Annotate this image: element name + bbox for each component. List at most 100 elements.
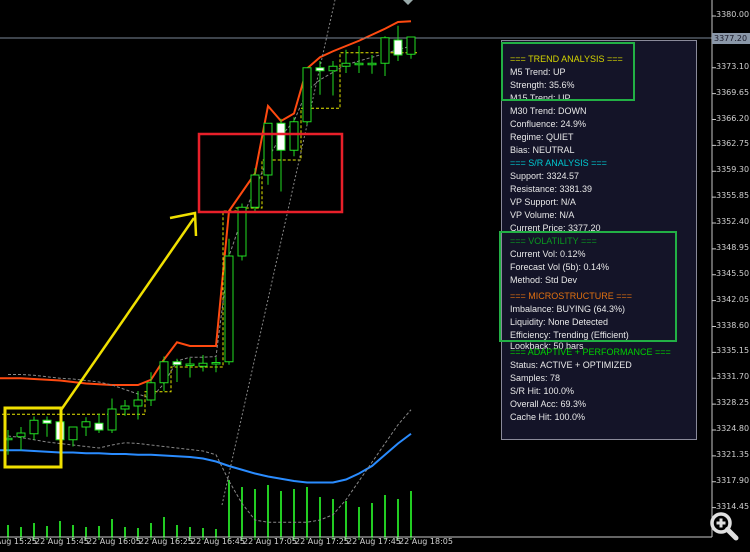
candle-body [354, 62, 364, 66]
candle [276, 118, 286, 192]
time-tick-label: 22 Aug 17:05 [243, 537, 297, 546]
adaptive-line: S/R Hit: 100.0% [510, 386, 575, 396]
upper-band-line [0, 20, 412, 386]
price-tick-label: 3369.65 [716, 87, 750, 97]
candle [250, 168, 260, 211]
time-tick-label: 22 Aug 16:25 [139, 537, 193, 546]
time-tick-label: 22 Aug 17:45 [347, 537, 401, 546]
highlight-box-volatility [499, 231, 677, 342]
price-tick-label: 3348.95 [716, 242, 750, 252]
candle-body [198, 362, 208, 367]
candle [380, 36, 390, 76]
candle-body [107, 408, 117, 431]
grey-lower-line [7, 409, 412, 523]
candle-body [380, 37, 390, 64]
candle-body [250, 174, 260, 208]
adaptive-line: Cache Hit: 100.0% [510, 412, 586, 422]
time-tick-label: 22 Aug 16:45 [191, 537, 245, 546]
candle-body [393, 39, 403, 56]
candle-body [81, 421, 91, 428]
annotation-yellow-box [3, 406, 63, 469]
indicator-lines [0, 0, 417, 523]
trend-line: Regime: QUIET [510, 132, 574, 142]
price-tick-label: 3366.20 [716, 113, 750, 123]
candles [3, 25, 416, 455]
candle-body [224, 255, 234, 363]
price-tick-label: 3362.75 [716, 139, 750, 149]
candle-body [263, 122, 273, 176]
candle [81, 417, 91, 436]
candle-body [276, 122, 286, 151]
candle [16, 427, 26, 451]
candle-body [159, 361, 169, 384]
candle-body [406, 36, 416, 55]
price-tick-label: 3345.50 [716, 268, 750, 278]
price-tick-label: 3380.00 [716, 10, 750, 19]
candle-body [289, 121, 299, 151]
price-tick-label: 3352.40 [716, 217, 750, 226]
sr-line: VP Volume: N/A [510, 210, 575, 220]
time-tick-label: 22 Aug 15:25 [0, 537, 37, 546]
candle [172, 358, 182, 382]
candle [42, 416, 52, 437]
candle [354, 46, 364, 73]
price-tick-label: 3317.90 [716, 475, 750, 485]
candle-body [29, 419, 39, 435]
sr-line: VP Support: N/A [510, 197, 576, 207]
price-tick-label: 3338.60 [716, 320, 750, 330]
candle [94, 413, 104, 433]
candle-body [367, 62, 377, 66]
sr-header: === S/R ANALYSIS === [510, 158, 607, 168]
current-price-tag: 3377.20 [712, 33, 750, 44]
candle [302, 67, 312, 125]
trend-line: Bias: NEUTRAL [510, 145, 575, 155]
candle-body [16, 432, 26, 438]
time-tick-label: 22 Aug 16:05 [87, 537, 141, 546]
candle [224, 238, 234, 365]
trend-line: M30 Trend: DOWN [510, 106, 587, 116]
adaptive-header: === ADAPTIVE + PERFORMANCE === [510, 347, 671, 357]
price-tick-label: 3359.30 [716, 165, 750, 175]
candle [393, 25, 403, 61]
triangle-marker-icon [403, 0, 413, 5]
highlight-box-trend [501, 42, 635, 101]
candle-body [68, 426, 78, 441]
adaptive-line: Overall Acc: 69.3% [510, 399, 587, 409]
candle [185, 358, 195, 378]
price-tick-label: 3342.05 [716, 294, 750, 304]
trend-line: Confluence: 24.9% [510, 119, 587, 129]
candle [263, 122, 273, 185]
time-tick-label: 22 Aug 15:45 [35, 537, 89, 546]
sr-line: Support: 3324.57 [510, 171, 580, 181]
candle [146, 372, 156, 406]
annotation-yellow-arrow [59, 217, 196, 411]
candle [68, 426, 78, 447]
adaptive-line: Samples: 78 [510, 373, 561, 383]
candle-body [94, 422, 104, 431]
volume-bars [7, 480, 412, 537]
time-tick-label: 22 Aug 18:05 [399, 537, 453, 546]
price-tick-label: 3373.10 [716, 61, 750, 71]
candle-body [302, 67, 312, 123]
candle [328, 61, 338, 96]
candle-body [211, 362, 221, 365]
time-tick-label: 22 Aug 17:25 [295, 537, 349, 546]
price-tick-label: 3328.25 [716, 398, 750, 408]
candle [289, 117, 299, 157]
candle-body [133, 399, 143, 407]
candle [406, 36, 416, 59]
candle [159, 356, 169, 391]
candle-body [120, 405, 130, 410]
price-tick-label: 3324.80 [716, 424, 750, 433]
candle-body [42, 419, 52, 424]
price-tick-label: 3321.35 [716, 449, 750, 459]
price-tick-label: 3335.15 [716, 346, 750, 356]
price-tick-label: 3355.85 [716, 191, 750, 201]
candle [120, 400, 130, 416]
candle-body [315, 67, 325, 72]
zoom-magnifier-icon[interactable] [708, 510, 740, 542]
candle-body [237, 206, 247, 257]
candle-body [172, 361, 182, 366]
candle-body [146, 382, 156, 401]
candle-body [328, 65, 338, 72]
